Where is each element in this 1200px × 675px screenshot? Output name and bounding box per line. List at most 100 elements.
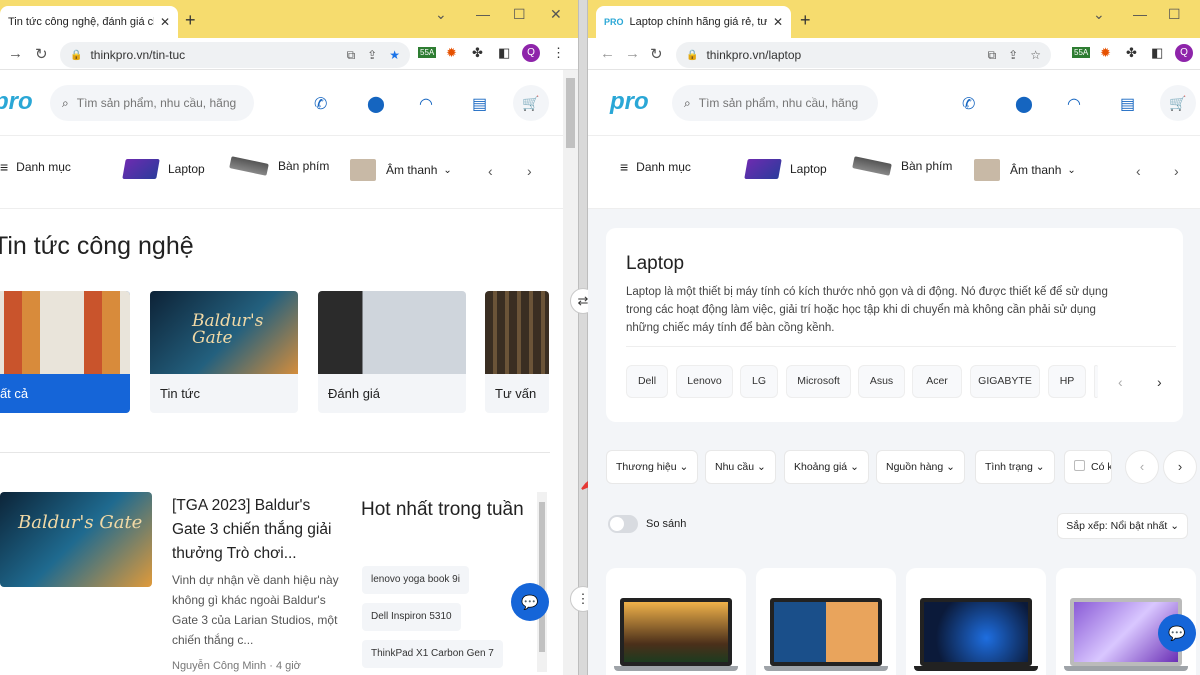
brand-chip[interactable]: Dell	[626, 365, 668, 398]
brand-chip[interactable]: Lenovo	[676, 365, 733, 398]
location-pin-icon[interactable]: ⬤	[367, 94, 385, 114]
product-card[interactable]	[606, 568, 746, 675]
search-input[interactable]	[698, 96, 866, 110]
brand-chip[interactable]: GIGABYTE	[970, 365, 1040, 398]
tab-tin-tuc[interactable]: Tin tức công nghệ, đánh giá chi... ✕	[0, 6, 178, 38]
page-scrollbar-thumb[interactable]	[566, 78, 575, 148]
minimize-icon[interactable]: —	[1133, 6, 1147, 22]
page-scrollbar[interactable]	[563, 70, 578, 675]
maximize-icon[interactable]: ☐	[1168, 6, 1181, 23]
forward-icon[interactable]: →	[8, 45, 23, 62]
inner-scrollbar[interactable]	[537, 492, 547, 672]
category-audio[interactable]: Âm thanh ⌄	[974, 159, 1076, 181]
thinkpro-logo[interactable]: pro	[0, 88, 33, 116]
close-window-icon[interactable]: ✕	[550, 6, 562, 23]
maximize-icon[interactable]: ☐	[513, 6, 526, 23]
bookmark-star-icon[interactable]: ☆	[1030, 48, 1041, 62]
side-panel-icon[interactable]: ◧	[498, 45, 510, 61]
search-input[interactable]	[76, 96, 242, 110]
news-category-advice[interactable]: Tư vấn	[485, 291, 549, 413]
new-tab-button[interactable]: +	[800, 10, 811, 31]
checkbox-icon[interactable]	[1074, 460, 1085, 471]
category-laptop[interactable]: Laptop	[122, 159, 205, 179]
category-next-icon[interactable]: ›	[527, 163, 532, 179]
category-keyboard[interactable]: Bàn phím	[229, 156, 329, 176]
category-menu[interactable]: ≡ Danh mục	[620, 159, 691, 175]
thinkpro-logo[interactable]: pro	[610, 88, 649, 116]
category-audio[interactable]: Âm thanh ⌄	[350, 159, 452, 181]
filter-condition[interactable]: Tình trạng ⌄	[975, 450, 1055, 484]
chat-icon[interactable]: 💬	[511, 583, 549, 621]
omnibox[interactable]: 🔒 thinkpro.vn/laptop ⧉ ⇪ ☆	[676, 42, 1051, 68]
forward-icon[interactable]: →	[625, 45, 640, 62]
filter-source[interactable]: Nguồn hàng ⌄	[876, 450, 965, 484]
chevron-down-icon[interactable]: ⌄	[435, 6, 447, 23]
new-tab-button[interactable]: +	[185, 10, 196, 31]
search-box[interactable]: ⌕	[50, 85, 254, 121]
article-title[interactable]: [TGA 2023] Baldur's Gate 3 chiến thắng g…	[172, 494, 344, 566]
filter-checkbox[interactable]: Có k	[1064, 450, 1112, 484]
extension-badge-icon[interactable]: 55A	[418, 47, 437, 58]
profile-avatar[interactable]: Q	[1175, 44, 1193, 62]
document-icon[interactable]: ▤	[472, 94, 487, 114]
phone-icon[interactable]: ✆	[314, 94, 327, 114]
share-icon[interactable]: ⇪	[367, 48, 377, 62]
puzzle-extensions-icon[interactable]: ✤	[472, 45, 483, 61]
headset-icon[interactable]: ◠	[419, 94, 433, 114]
product-card[interactable]	[756, 568, 896, 675]
filter-brand[interactable]: Thương hiệu ⌄	[606, 450, 699, 484]
close-tab-icon[interactable]: ✕	[160, 15, 170, 29]
hot-tag[interactable]: lenovo yoga book 9i	[362, 566, 469, 594]
extension-badge-icon[interactable]: 55A	[1072, 47, 1091, 58]
compare-toggle[interactable]	[608, 515, 638, 533]
category-keyboard[interactable]: Bàn phím	[852, 156, 952, 176]
sun-extension-icon[interactable]: ✹	[1100, 45, 1111, 61]
news-category-news[interactable]: Baldur's Gate Tin tức	[150, 291, 298, 413]
category-laptop[interactable]: Laptop	[744, 159, 827, 179]
filter-needs[interactable]: Nhu cầu ⌄	[705, 450, 776, 484]
phone-icon[interactable]: ✆	[962, 94, 975, 114]
brand-chip[interactable]: Asus	[858, 365, 905, 398]
hot-tag[interactable]: Dell Inspiron 5310	[362, 603, 461, 631]
sun-extension-icon[interactable]: ✹	[446, 45, 457, 61]
reload-icon[interactable]: ↻	[35, 45, 48, 63]
hot-tag[interactable]: ThinkPad X1 Carbon Gen 7	[362, 640, 503, 668]
reload-icon[interactable]: ↻	[650, 45, 663, 63]
filter-next-icon[interactable]: ›	[1163, 450, 1197, 484]
category-prev-icon[interactable]: ‹	[488, 163, 493, 179]
cart-icon[interactable]: 🛒	[1160, 85, 1196, 121]
filter-price[interactable]: Khoảng giá ⌄	[784, 450, 869, 484]
omnibox[interactable]: 🔒 thinkpro.vn/tin-tuc ⧉ ⇪ ★	[60, 42, 410, 68]
open-in-app-icon[interactable]: ⧉	[347, 48, 356, 63]
tab-laptop[interactable]: PRO Laptop chính hãng giá rẻ, tư vấn... …	[596, 6, 791, 38]
bookmark-star-icon[interactable]: ★	[389, 48, 400, 62]
brand-next-icon[interactable]: ›	[1157, 374, 1162, 390]
brand-chip[interactable]: Acer	[912, 365, 962, 398]
headset-icon[interactable]: ◠	[1067, 94, 1081, 114]
location-pin-icon[interactable]: ⬤	[1015, 94, 1033, 114]
side-panel-icon[interactable]: ◧	[1151, 45, 1163, 61]
news-category-all[interactable]: Tất cả	[0, 291, 130, 413]
brand-chip-partial[interactable]	[1094, 365, 1098, 398]
product-card[interactable]	[906, 568, 1046, 675]
cart-icon[interactable]: 🛒	[513, 85, 549, 121]
brand-chip[interactable]: HP	[1048, 365, 1086, 398]
minimize-icon[interactable]: —	[476, 6, 490, 22]
open-in-app-icon[interactable]: ⧉	[988, 48, 997, 63]
category-prev-icon[interactable]: ‹	[1136, 163, 1141, 179]
close-tab-icon[interactable]: ✕	[773, 15, 783, 29]
inner-scrollbar-thumb[interactable]	[539, 502, 545, 652]
back-icon[interactable]: ←	[600, 45, 615, 62]
search-box[interactable]: ⌕	[672, 85, 878, 121]
news-category-reviews[interactable]: Đánh giá	[318, 291, 466, 413]
chevron-down-icon[interactable]: ⌄	[1093, 6, 1105, 23]
category-menu[interactable]: ≡ Danh mục	[0, 159, 71, 175]
brand-chip[interactable]: LG	[740, 365, 778, 398]
filter-prev-icon[interactable]: ‹	[1125, 450, 1159, 484]
article-thumbnail[interactable]: Baldur's Gate	[0, 492, 152, 587]
split-divider[interactable]: ⇄ ⋮	[570, 0, 596, 675]
chat-icon[interactable]: 💬	[1158, 614, 1196, 652]
brand-chip[interactable]: Microsoft	[786, 365, 851, 398]
profile-avatar[interactable]: Q	[522, 44, 540, 62]
document-icon[interactable]: ▤	[1120, 94, 1135, 114]
